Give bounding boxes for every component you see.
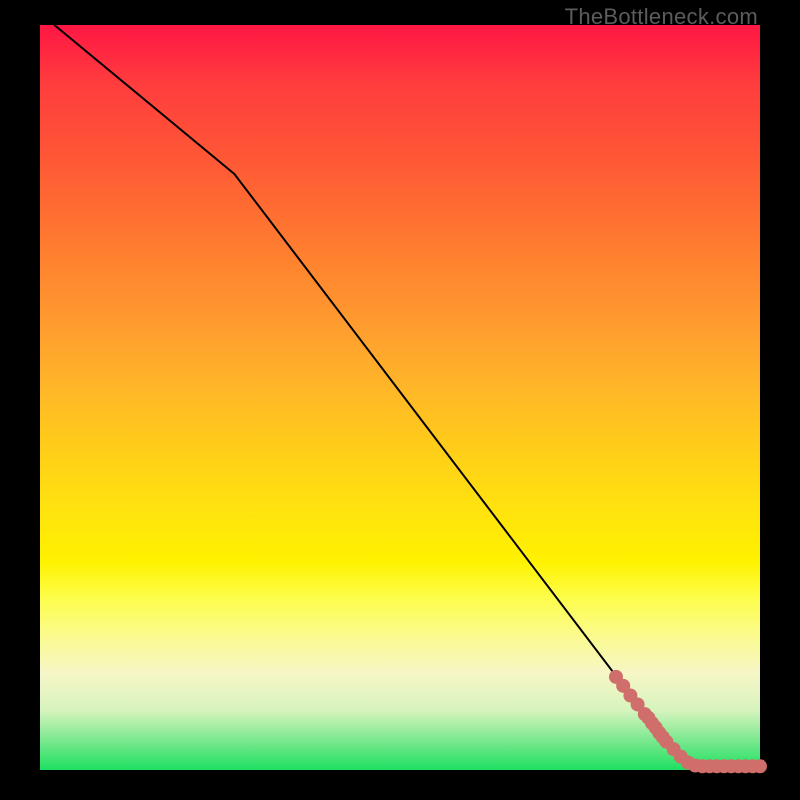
watermark-text: TheBottleneck.com — [565, 4, 758, 30]
chart-stage: TheBottleneck.com — [0, 0, 800, 800]
plot-gradient-background — [40, 25, 760, 770]
